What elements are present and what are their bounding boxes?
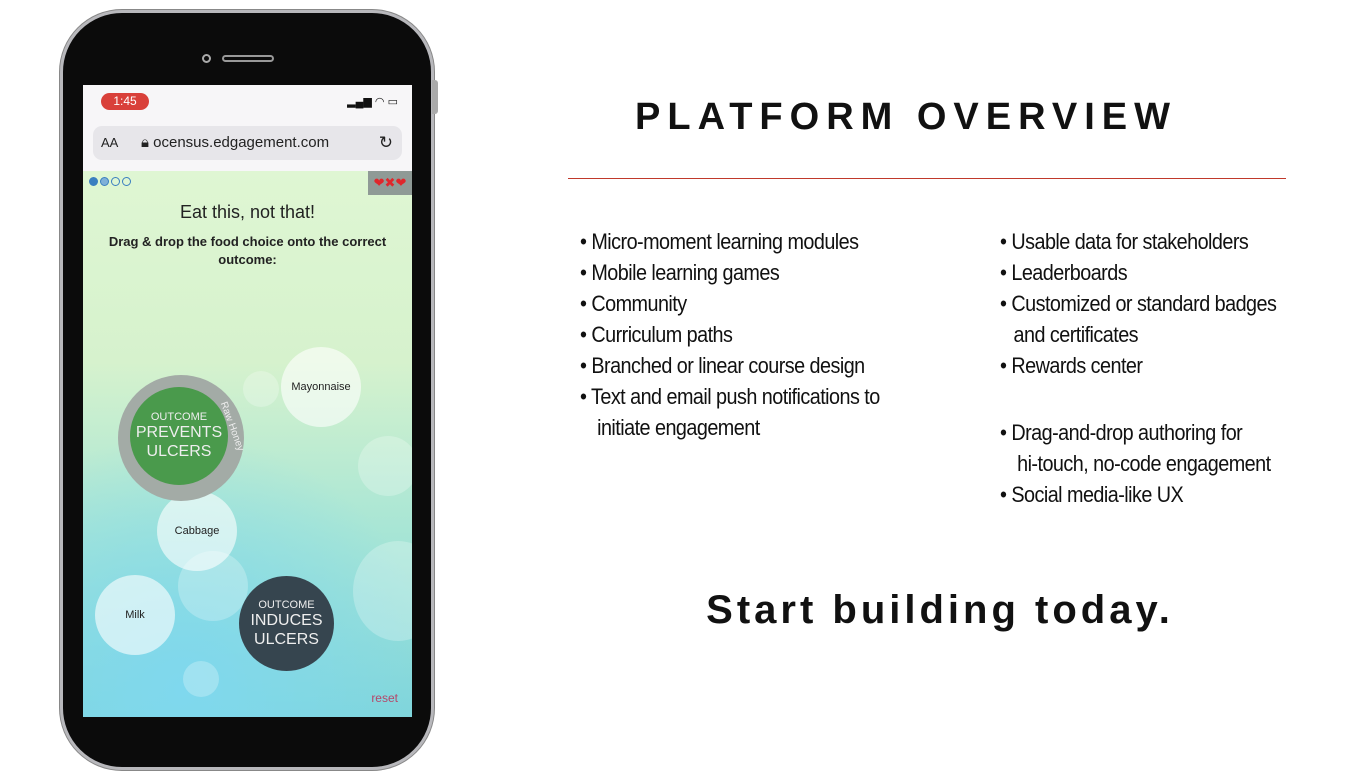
camera-icon — [202, 54, 211, 63]
outcome-line1: PREVENTS — [135, 424, 223, 441]
title-divider — [568, 178, 1286, 179]
food-cabbage[interactable]: Cabbage — [157, 491, 237, 571]
bokeh — [183, 661, 219, 697]
game-instruction: Drag & drop the food choice onto the cor… — [108, 234, 387, 267]
signal-icon: ▂▄▆ — [347, 96, 372, 108]
bokeh — [243, 371, 279, 407]
list-item: • Rewards center — [1000, 353, 1143, 378]
feature-list-right: • Usable data for stakeholders • Leaderb… — [1000, 226, 1277, 510]
list-item: • Branched or linear course design — [580, 353, 865, 378]
outcome-inner: OUTCOME PREVENTS ULCERS — [130, 387, 228, 485]
outcome-label: OUTCOME — [150, 411, 208, 423]
progress-dots — [89, 177, 131, 186]
status-icons: ▂▄▆ ◠ ▭ — [347, 95, 398, 108]
list-item: • Drag-and-drop authoring for — [1000, 420, 1243, 445]
call-to-action: Start building today. — [706, 588, 1174, 632]
list-item: • Customized or standard badges — [1000, 291, 1277, 316]
list-item-continuation: initiate engagement — [597, 415, 760, 440]
list-item: • Leaderboards — [1000, 260, 1128, 285]
text-size-button[interactable]: AA — [101, 126, 118, 160]
reset-link[interactable]: reset — [371, 691, 398, 705]
outcome-prevents-ulcers[interactable]: OUTCOME PREVENTS ULCERS Raw Honey — [118, 375, 246, 501]
list-item: • Text and email push notifications to — [580, 384, 880, 409]
battery-icon: ▭ — [387, 96, 398, 108]
lock-icon: 🔒︎ — [141, 134, 149, 151]
wifi-icon: ◠ — [374, 96, 385, 108]
game-title: Eat this, not that! — [179, 202, 316, 222]
food-milk[interactable]: Milk — [95, 575, 175, 655]
outcome-induces-ulcers[interactable]: OUTCOME INDUCES ULCERS — [239, 576, 334, 671]
progress-dot — [89, 177, 98, 186]
list-item: • Community — [580, 291, 687, 316]
progress-dot — [100, 177, 109, 186]
feature-list-left: • Micro-moment learning modules • Mobile… — [580, 226, 880, 443]
status-time: 1:45 — [101, 93, 149, 110]
progress-dot — [122, 177, 131, 186]
outcome-line2: ULCERS — [254, 630, 319, 648]
food-mayonnaise[interactable]: Mayonnaise — [281, 347, 361, 427]
hearts-icon: ❤✖❤ — [368, 171, 412, 195]
list-item: • Usable data for stakeholders — [1000, 229, 1249, 254]
list-item-continuation: hi-touch, no-code engagement — [1017, 451, 1271, 476]
address-bar[interactable]: AA 🔒︎ ocensus.edgagement.com ↻ — [93, 126, 402, 160]
speaker-grille — [222, 55, 274, 62]
phone-side-button — [432, 80, 438, 114]
list-item: • Mobile learning games — [580, 260, 780, 285]
slide-title: PLATFORM OVERVIEW — [635, 96, 1177, 138]
outcome-line2: ULCERS — [146, 443, 212, 460]
bokeh — [353, 541, 412, 641]
list-item: • Curriculum paths — [580, 322, 733, 347]
list-item-continuation: and certificates — [1013, 322, 1139, 347]
list-item: • Social media-like UX — [1000, 482, 1184, 507]
url: ocensus.edgagement.com — [153, 134, 330, 151]
bokeh — [358, 436, 412, 496]
reload-icon[interactable]: ↻ — [379, 126, 393, 160]
phone-screen: 1:45 ▂▄▆ ◠ ▭ AA 🔒︎ ocensus.edgagement.co… — [83, 85, 412, 717]
game-area: ❤✖❤ Eat this, not that! Drag & drop the … — [83, 171, 412, 717]
list-item: • Micro-moment learning modules — [580, 229, 859, 254]
progress-dot — [111, 177, 120, 186]
outcome-line1: INDUCES — [250, 611, 323, 629]
outcome-label: OUTCOME — [258, 598, 315, 611]
url-text: 🔒︎ ocensus.edgagement.com — [141, 126, 329, 160]
